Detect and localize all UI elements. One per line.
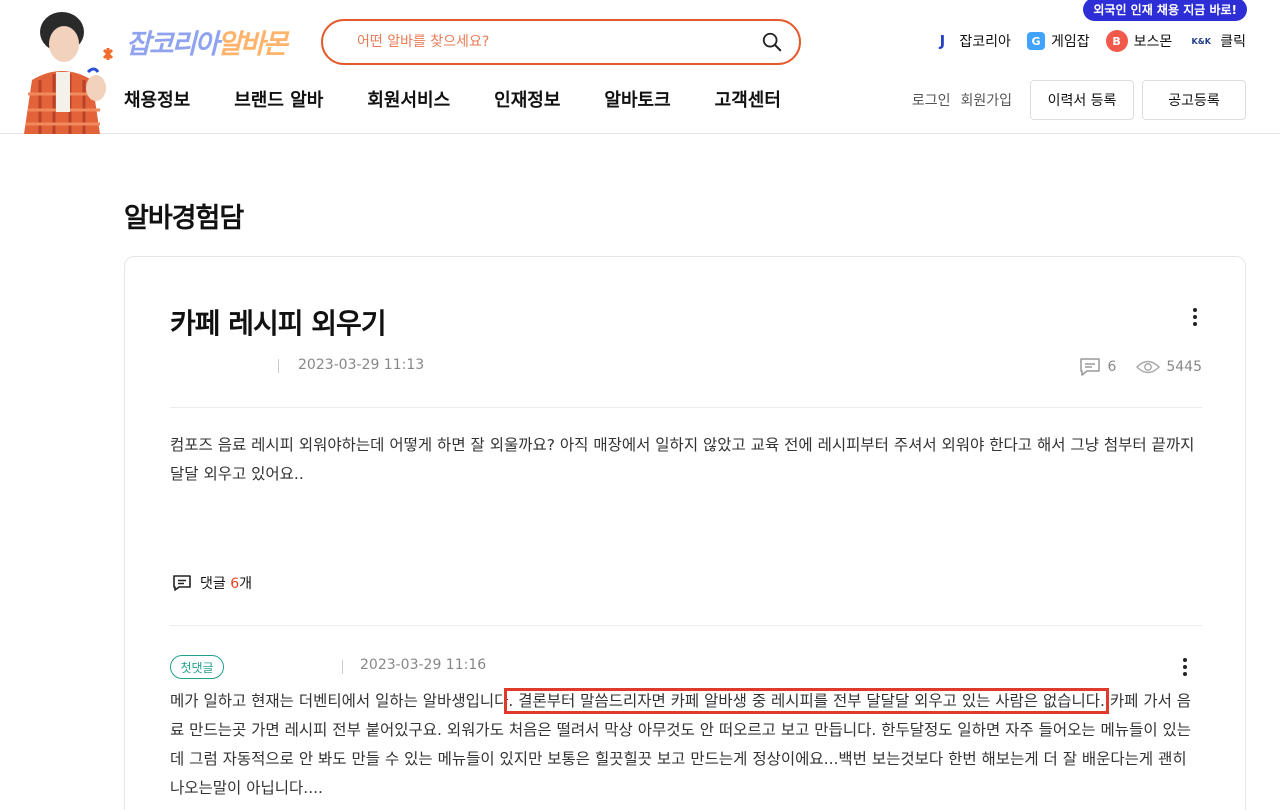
- comment-text: 메가 일하고 현재는 더벤티에서 일하는 알바생입니다. 결론부터 말씀드리자면…: [170, 688, 1192, 797]
- klik-icon: K&K: [1188, 30, 1215, 52]
- post-meta: 2023-03-29 11:13 6 5445: [170, 357, 1202, 377]
- divider: [342, 660, 343, 674]
- bossmon-icon: B: [1105, 30, 1128, 52]
- post-comment-count: 6: [1107, 359, 1117, 375]
- post-job-button[interactable]: 공고등록: [1142, 80, 1246, 120]
- family-sites: J 잡코리아 G 게임잡 B 보스몬 K&K 클릭: [931, 30, 1246, 52]
- login-link[interactable]: 로그인: [912, 90, 951, 110]
- comments-header: 댓글 6개: [172, 573, 252, 593]
- post-title: 카페 레시피 외우기: [170, 307, 387, 340]
- comments-label: 댓글 6개: [200, 576, 253, 592]
- comment-date: 2023-03-29 11:16: [360, 657, 487, 673]
- family-site-bossmon[interactable]: B 보스몬: [1105, 30, 1173, 52]
- family-site-gamejob[interactable]: G 게임잡: [1026, 31, 1090, 51]
- family-site-label: 잡코리아: [959, 34, 1011, 50]
- post-stats: 6 5445: [1079, 357, 1202, 377]
- eye-icon: [1136, 360, 1161, 374]
- nav-item-jobs[interactable]: 채용정보: [124, 86, 190, 112]
- mascot-illustration: [24, 12, 114, 134]
- site-header: 잡코리아알바몬 외국인 인재 채용 지금 바로! J 잡코리아 G 게임잡 B …: [0, 0, 1280, 134]
- family-site-label: 보스몬: [1133, 34, 1173, 50]
- main-nav: 채용정보 브랜드 알바 회원서비스 인재정보 알바토크 고객센터: [124, 86, 825, 112]
- first-comment-badge: 첫댓글: [170, 655, 224, 679]
- register-resume-button[interactable]: 이력서 등록: [1030, 80, 1134, 120]
- comment-icon: [1080, 358, 1101, 376]
- comment-icon: [173, 575, 191, 591]
- post-date: 2023-03-29 11:13: [298, 357, 425, 373]
- nav-item-member-service[interactable]: 회원서비스: [367, 86, 450, 112]
- page-title: 알바경험담: [124, 203, 244, 234]
- family-site-klik[interactable]: K&K 클릭: [1188, 30, 1246, 52]
- post-card: 카페 레시피 외우기 2023-03-29 11:13 6 5445 컴포즈 음…: [124, 256, 1246, 810]
- brand-logo[interactable]: 잡코리아알바몬: [126, 22, 288, 61]
- family-site-label: 클릭: [1220, 34, 1246, 50]
- post-more-icon[interactable]: [1185, 305, 1205, 329]
- divider: [278, 359, 279, 373]
- promo-bubble[interactable]: 외국인 인재 채용 지금 바로!: [1083, 0, 1247, 21]
- family-site-jobkorea[interactable]: J 잡코리아: [931, 30, 1011, 52]
- divider: [170, 407, 1202, 408]
- family-site-label: 게임잡: [1050, 34, 1090, 50]
- search-input[interactable]: [357, 34, 761, 50]
- signup-link[interactable]: 회원가입: [960, 90, 1012, 110]
- nav-item-albatalk[interactable]: 알바토크: [604, 86, 670, 112]
- highlighted-text: . 결론부터 말씀드리자면 카페 알바생 중 레시피를 전부 달달달 외우고 있…: [504, 688, 1109, 714]
- nav-item-talent[interactable]: 인재정보: [494, 86, 560, 112]
- search-bar: [321, 19, 801, 65]
- comment-more-icon[interactable]: [1175, 655, 1195, 679]
- divider: [170, 625, 1202, 626]
- post-body: 컴포즈 음료 레시피 외워야하는데 어떻게 하면 잘 외울까요? 아직 매장에서…: [170, 436, 1195, 483]
- post-view-count: 5445: [1166, 359, 1202, 375]
- gamejob-icon: G: [1026, 32, 1045, 50]
- nav-item-customer-center[interactable]: 고객센터: [715, 86, 781, 112]
- user-utility: 로그인 회원가입 이력서 등록 공고등록: [912, 80, 1246, 120]
- jobkorea-icon: J: [931, 30, 954, 52]
- nav-item-brand[interactable]: 브랜드 알바: [234, 86, 323, 112]
- search-icon[interactable]: [761, 31, 783, 53]
